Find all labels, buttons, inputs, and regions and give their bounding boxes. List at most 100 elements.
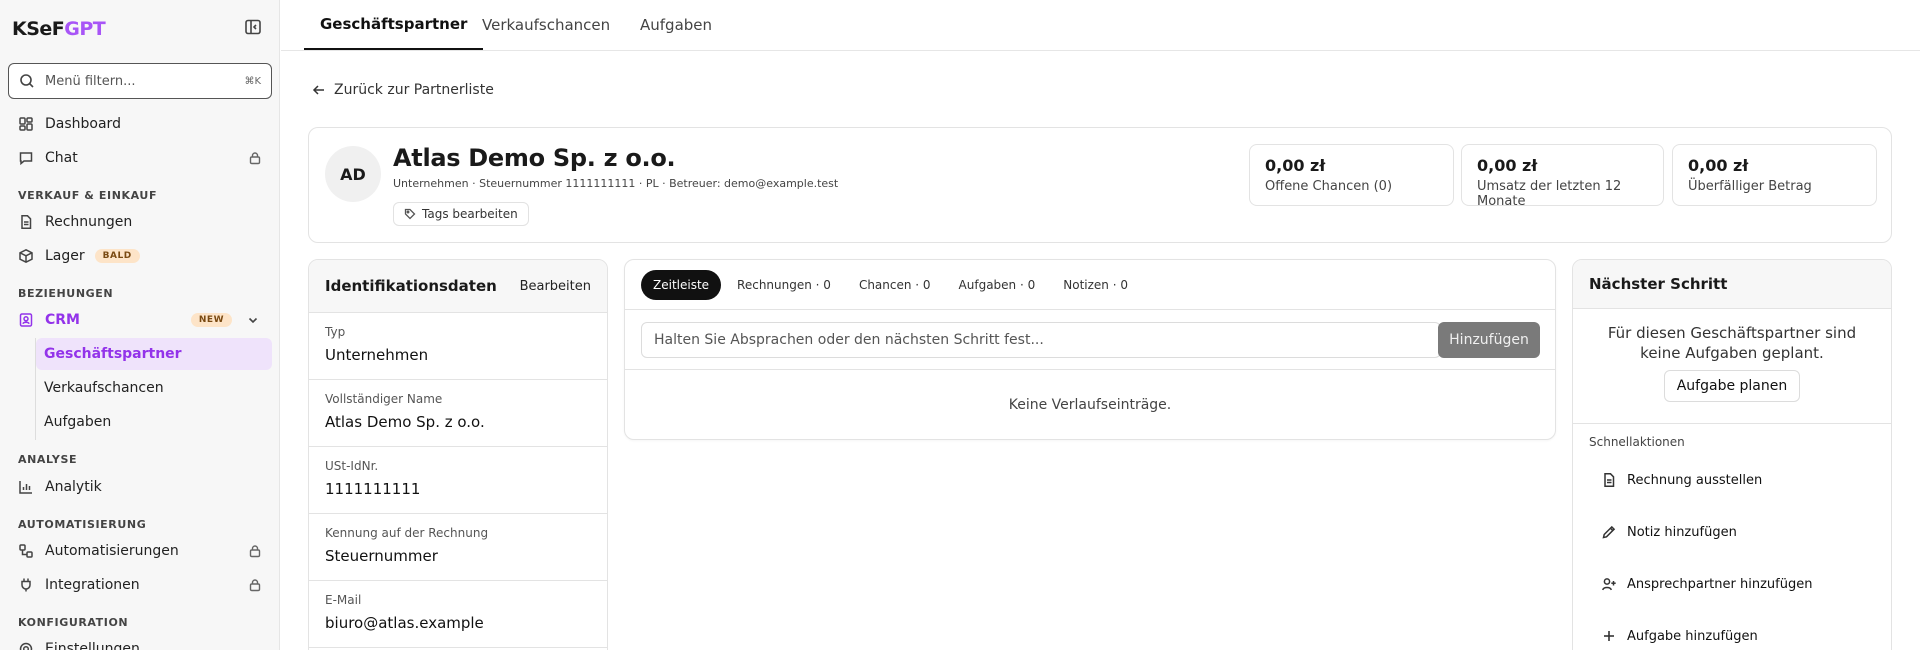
section-label-automation: AUTOMATISIERUNG: [18, 518, 147, 531]
edit-tags-label: Tags bearbeiten: [422, 207, 518, 221]
field-value: biuro@atlas.example: [325, 614, 484, 632]
lock-icon: [248, 151, 262, 165]
lock-icon: [248, 544, 262, 558]
tag-icon: [404, 208, 416, 220]
stat-label: Überfälliger Betrag: [1688, 179, 1812, 194]
divider: [625, 369, 1555, 370]
section-label-analysis: ANALYSE: [18, 453, 78, 466]
search-shortcut-hint: ⌘K: [244, 75, 261, 87]
menu-search-input[interactable]: [45, 73, 245, 89]
timeline-card: Zeitleiste Rechnungen · 0 Chancen · 0 Au…: [624, 259, 1556, 440]
sidebar-item-crm[interactable]: CRM NEW: [8, 304, 272, 336]
quick-action-add-task[interactable]: Aufgabe hinzufügen: [1601, 626, 1758, 646]
sidebar-toggle-icon[interactable]: [243, 17, 263, 37]
quick-action-issue-invoice[interactable]: Rechnung ausstellen: [1601, 470, 1762, 490]
sidebar-item-label: Rechnungen: [45, 214, 133, 230]
search-icon: [19, 73, 35, 89]
sidebar-item-label: Automatisierungen: [45, 543, 179, 559]
divider: [625, 309, 1555, 310]
sidebar-item-settings[interactable]: Einstellungen: [8, 633, 272, 650]
stat-open-opportunities: 0,00 zł Offene Chancen (0): [1249, 144, 1454, 206]
plan-task-button[interactable]: Aufgabe planen: [1663, 370, 1801, 402]
field-email: E-Mail biuro@atlas.example: [309, 581, 607, 648]
arrow-left-icon: [312, 83, 326, 97]
stat-value: 0,00 zł: [1477, 156, 1538, 175]
next-step-empty-message: Für diesen Geschäftspartner sind keine A…: [1607, 324, 1857, 362]
tab-opportunities[interactable]: Verkaufschancen: [482, 0, 610, 50]
package-icon: [18, 248, 34, 264]
field-invoice-identifier: Kennung auf der Rechnung Steuernummer: [309, 514, 607, 581]
sidebar: KSeFGPT ⌘K Dashboard Chat VERKAUF & EINK…: [0, 0, 280, 650]
field-full-name: Vollständiger Name Atlas Demo Sp. z o.o.: [309, 380, 607, 447]
quick-action-add-note[interactable]: Notiz hinzufügen: [1601, 522, 1737, 542]
sidebar-item-label: Integrationen: [45, 577, 140, 593]
edit-tags-button[interactable]: Tags bearbeiten: [393, 202, 529, 226]
sidebar-item-label: Lager: [45, 248, 85, 264]
sidebar-item-label: CRM: [45, 312, 80, 328]
section-label-config: KONFIGURATION: [18, 616, 129, 629]
sidebar-item-label: Einstellungen: [45, 641, 140, 650]
quick-action-label: Notiz hinzufügen: [1627, 524, 1737, 540]
menu-search-box[interactable]: ⌘K: [8, 63, 272, 99]
field-value: Steuernummer: [325, 547, 438, 565]
sidebar-item-warehouse[interactable]: Lager BALD: [8, 240, 272, 272]
sidebar-item-chat[interactable]: Chat: [8, 142, 272, 174]
sidebar-item-label: Analytik: [45, 479, 102, 495]
user-plus-icon: [1601, 576, 1617, 592]
sidebar-item-dashboard[interactable]: Dashboard: [8, 108, 272, 140]
identification-card: Identifikationsdaten Bearbeiten Typ Unte…: [308, 259, 608, 650]
crm-tabs: Geschäftspartner Verkaufschancen Aufgabe…: [281, 0, 1920, 51]
stat-revenue-12m: 0,00 zł Umsatz der letzten 12 Monate: [1461, 144, 1664, 209]
tab-tasks[interactable]: Aufgaben · 0: [959, 278, 1036, 292]
contact-book-icon: [18, 312, 34, 328]
next-step-title: Nächster Schritt: [1573, 260, 1891, 309]
stat-label: Umsatz der letzten 12 Monate: [1477, 179, 1622, 209]
field-label: USt-IdNr.: [325, 459, 379, 473]
chevron-down-icon[interactable]: [246, 313, 260, 327]
sidebar-item-label: Dashboard: [45, 116, 121, 132]
stat-label: Offene Chancen (0): [1265, 179, 1393, 194]
partner-name: Atlas Demo Sp. z o.o.: [393, 144, 676, 172]
app-logo[interactable]: KSeF GPT: [12, 15, 106, 43]
workflow-icon: [18, 543, 34, 559]
tab-timeline[interactable]: Zeitleiste: [641, 270, 722, 300]
quick-action-label: Rechnung ausstellen: [1627, 472, 1763, 488]
back-link-label: Zurück zur Partnerliste: [334, 82, 494, 98]
lock-icon: [248, 578, 262, 592]
quick-action-add-contact[interactable]: Ansprechpartner hinzufügen: [1601, 574, 1812, 594]
sidebar-subitem-tasks[interactable]: Aufgaben: [36, 406, 272, 438]
tab-notes[interactable]: Notizen · 0: [1063, 278, 1128, 292]
new-badge: NEW: [190, 313, 232, 327]
divider: [1573, 423, 1891, 424]
tab-invoices[interactable]: Rechnungen · 0: [737, 278, 831, 292]
field-label: Vollständiger Name: [325, 392, 443, 406]
timeline-note-input[interactable]: [641, 322, 1441, 358]
sidebar-item-analytics[interactable]: Analytik: [8, 471, 272, 503]
edit-identification-button[interactable]: Bearbeiten: [520, 279, 591, 294]
identification-title: Identifikationsdaten: [325, 277, 497, 295]
coming-soon-badge: BALD: [94, 249, 140, 263]
tab-opportunities[interactable]: Chancen · 0: [859, 278, 931, 292]
field-value: Atlas Demo Sp. z o.o.: [325, 413, 485, 431]
sidebar-item-automations[interactable]: Automatisierungen: [8, 535, 272, 567]
chat-icon: [18, 150, 34, 166]
document-icon: [18, 214, 34, 230]
field-value: 1111111111: [325, 480, 421, 498]
field-label: E-Mail: [325, 593, 362, 607]
field-label: Kennung auf der Rechnung: [325, 526, 489, 540]
add-entry-button[interactable]: Hinzufügen: [1438, 322, 1540, 358]
plug-icon: [18, 577, 34, 593]
section-label-sales: VERKAUF & EINKAUF: [18, 189, 158, 202]
back-to-partner-list-link[interactable]: Zurück zur Partnerliste: [312, 82, 494, 98]
gear-icon: [18, 641, 34, 650]
dashboard-icon: [18, 116, 34, 132]
tab-tasks[interactable]: Aufgaben: [640, 0, 712, 50]
sidebar-item-integrations[interactable]: Integrationen: [8, 569, 272, 601]
stat-value: 0,00 zł: [1265, 156, 1326, 175]
tab-partners[interactable]: Geschäftspartner: [304, 0, 484, 50]
sidebar-subitem-partners[interactable]: Geschäftspartner: [36, 338, 272, 370]
stat-overdue-amount: 0,00 zł Überfälliger Betrag: [1672, 144, 1877, 206]
sidebar-item-invoices[interactable]: Rechnungen: [8, 206, 272, 238]
bar-chart-icon: [18, 479, 34, 495]
sidebar-subitem-opportunities[interactable]: Verkaufschancen: [36, 372, 272, 404]
